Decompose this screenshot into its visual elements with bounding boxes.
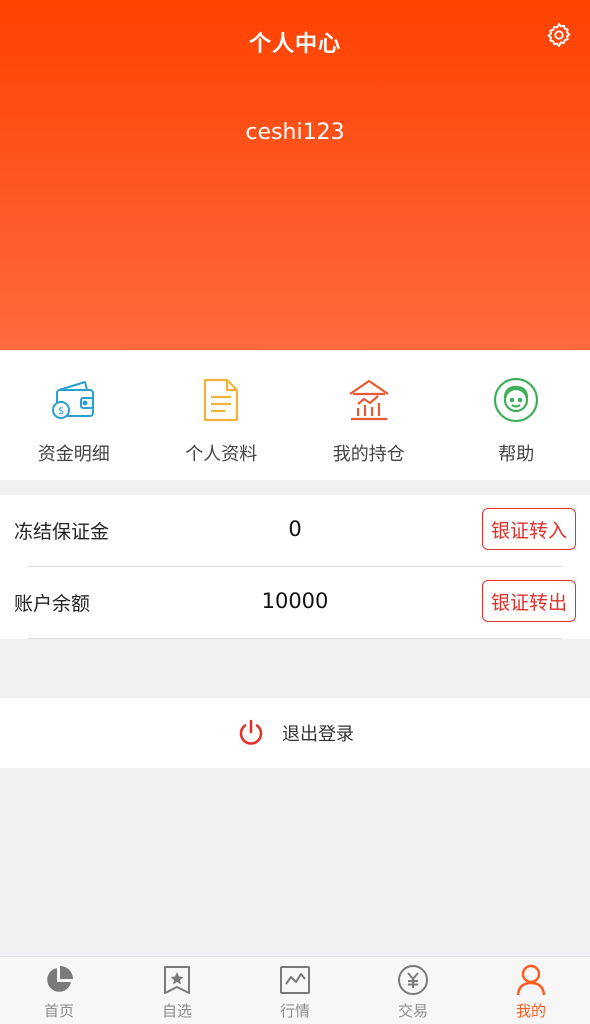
account-info: 冻结保证金 0 银证转入 账户余额 10000 银证转出 [0,495,590,639]
tab-label: 首页 [43,1002,74,1020]
tab-trade[interactable]: 交易 [354,957,472,1024]
quick-item-positions[interactable]: 我的持仓 [295,350,443,480]
bank-transfer-out-button[interactable]: 银证转出 [481,580,576,622]
pie-chart-icon [42,963,76,997]
document-icon [195,374,247,426]
logout-button[interactable]: 退出登录 [0,698,590,768]
bank-transfer-in-button[interactable]: 银证转入 [481,508,576,550]
tab-label: 交易 [397,1002,428,1020]
quick-item-label: 我的持仓 [332,444,405,465]
power-icon [236,718,266,748]
logout-label: 退出登录 [282,724,354,745]
settings-button[interactable] [542,18,576,52]
info-row-frozen-margin: 冻结保证金 0 银证转入 [0,495,590,567]
username: ceshi123 [245,120,345,145]
quick-item-label: 帮助 [498,444,535,465]
tab-mine[interactable]: 我的 [472,957,590,1024]
quick-item-label: 个人资料 [185,444,258,465]
yuan-coin-icon [396,963,430,997]
support-agent-icon [490,374,542,426]
profile-header: 个人中心 ceshi123 [0,0,590,350]
tab-market[interactable]: 行情 [236,957,354,1024]
gear-icon [547,22,571,48]
quick-item-label: 资金明细 [37,444,110,465]
page-title: 个人中心 [248,32,341,57]
balance-label: 账户余额 [14,593,91,615]
tab-label: 行情 [279,1002,310,1020]
star-bookmark-icon [160,963,194,997]
tab-bar: 首页 自选 行情 交易 我的 [0,956,590,1024]
bank-chart-icon [343,374,395,426]
divider [28,638,562,639]
page: 个人中心 ceshi123 $ 资金明细 个人资料 我的持仓 帮助 冻结保证金 … [0,0,590,1024]
quick-menu: $ 资金明细 个人资料 我的持仓 帮助 [0,350,590,480]
quick-item-fund-details[interactable]: $ 资金明细 [0,350,148,480]
user-icon [514,963,548,997]
tab-label: 我的 [515,1002,546,1020]
quick-item-help[interactable]: 帮助 [443,350,590,480]
line-chart-icon [278,963,312,997]
info-row-balance: 账户余额 10000 银证转出 [0,567,590,639]
wallet-icon: $ [48,374,100,426]
tab-label: 自选 [161,1002,192,1020]
frozen-margin-label: 冻结保证金 [14,521,110,543]
tab-watchlist[interactable]: 自选 [118,957,236,1024]
svg-text:$: $ [58,406,64,417]
quick-item-profile[interactable]: 个人资料 [148,350,296,480]
tab-home[interactable]: 首页 [0,957,118,1024]
